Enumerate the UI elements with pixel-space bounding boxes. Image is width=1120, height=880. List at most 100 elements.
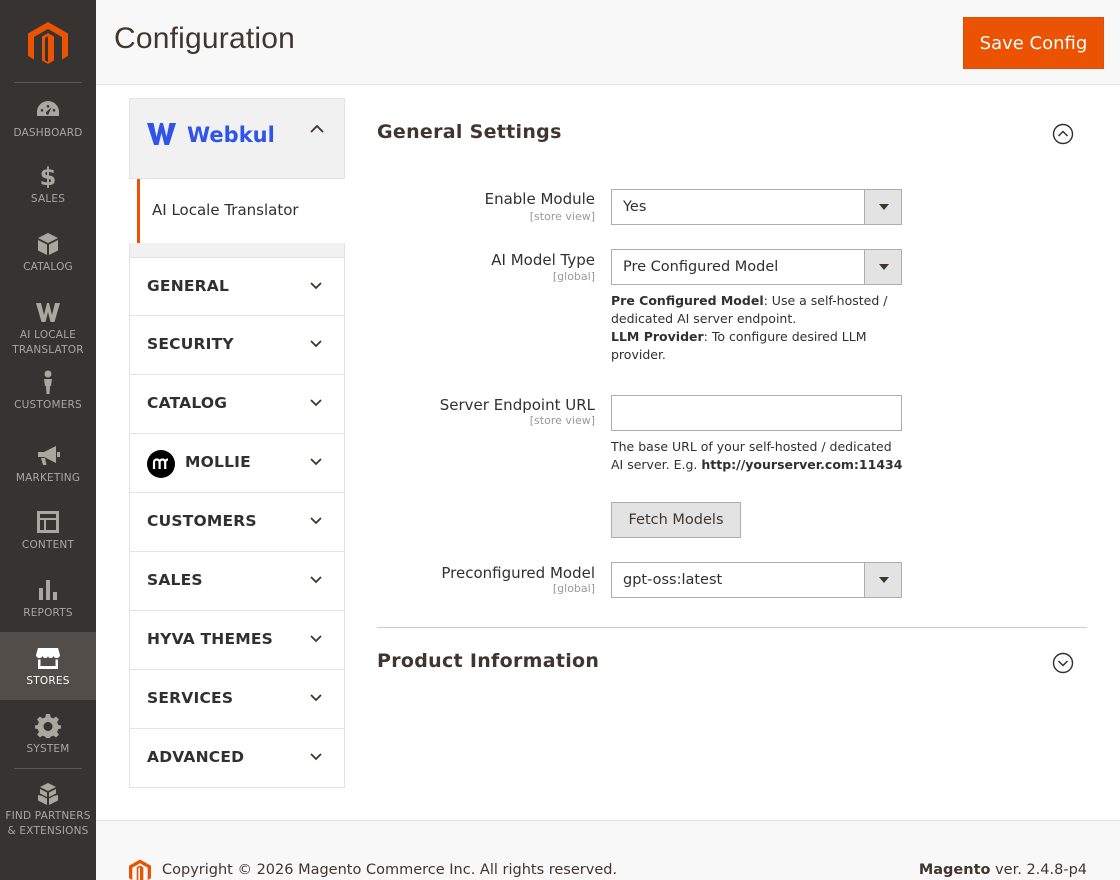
expand-circle-icon[interactable]: [1052, 652, 1074, 674]
nav-item-sales[interactable]: $ SALES: [0, 163, 96, 224]
chevron-up-icon: [310, 124, 324, 133]
page-title: Configuration: [114, 22, 296, 55]
person-icon: [35, 370, 61, 394]
tab-group-hyva-themes[interactable]: HYVA THEMES: [129, 611, 345, 670]
tab-group-label: CATALOG: [147, 394, 228, 412]
magento-logo-icon[interactable]: [28, 22, 68, 64]
ai-model-type-note: Pre Configured Model: Use a self-hosted …: [611, 292, 906, 364]
tab-group-label: CUSTOMERS: [147, 512, 257, 530]
nav-divider: [14, 82, 82, 83]
save-config-button[interactable]: Save Config: [963, 17, 1104, 69]
scope-label: [store view]: [529, 210, 595, 223]
tab-group-webkul[interactable]: Webkul: [129, 98, 345, 179]
tab-group-label: GENERAL: [147, 277, 230, 295]
bar-chart-icon: [35, 578, 61, 602]
server-endpoint-input[interactable]: [611, 395, 902, 431]
nav-item-customers[interactable]: CUSTOMERS: [0, 370, 96, 430]
webkul-logo: Webkul: [147, 121, 277, 147]
dashboard-icon: [35, 98, 61, 122]
tab-label: AI Locale Translator: [152, 201, 299, 219]
footer-version: ver. 2.4.8-p4: [990, 862, 1087, 878]
section-general-settings[interactable]: General Settings: [377, 121, 1087, 161]
config-tabs: Webkul AI Locale Translator GENERAL SECU…: [129, 98, 345, 788]
select-toggle[interactable]: [864, 563, 901, 597]
section-title: Product Information: [377, 650, 600, 672]
svg-text:$: $: [40, 164, 57, 188]
store-icon: [35, 646, 61, 670]
chevron-down-icon: [310, 635, 322, 643]
chevron-down-icon: [310, 517, 322, 525]
tab-group-general[interactable]: GENERAL: [129, 257, 345, 316]
nav-item-dashboard[interactable]: DASHBOARD: [0, 98, 96, 158]
nav-item-find-partners[interactable]: FIND PARTNERS & EXTENSIONS: [0, 782, 96, 852]
enable-module-select[interactable]: Yes: [611, 189, 902, 225]
magento-logo-icon: [129, 859, 151, 880]
server-endpoint-note: The base URL of your self-hosted / dedic…: [611, 438, 906, 474]
scope-label: [global]: [552, 582, 595, 595]
tab-group-label: SECURITY: [147, 335, 234, 353]
tab-group-label: ADVANCED: [147, 748, 245, 766]
tab-group-advanced[interactable]: ADVANCED: [129, 729, 345, 788]
select-value: Yes: [623, 199, 647, 215]
chevron-down-icon: [310, 399, 322, 407]
select-value: Pre Configured Model: [623, 259, 779, 275]
tab-group-customers[interactable]: CUSTOMERS: [129, 493, 345, 552]
tab-group-security[interactable]: SECURITY: [129, 316, 345, 375]
note-bold: http://yourserver.com:11434: [701, 457, 903, 472]
scope-label: [global]: [552, 270, 595, 283]
layout-icon: [35, 510, 61, 534]
nav-item-content[interactable]: CONTENT: [0, 510, 96, 570]
dropdown-arrow-icon: [879, 264, 889, 270]
dropdown-arrow-icon: [879, 577, 889, 583]
select-toggle[interactable]: [864, 250, 901, 284]
page-header: Configuration Save Config: [96, 0, 1120, 85]
nav-item-marketing[interactable]: MARKETING: [0, 443, 96, 503]
tab-group-label: SALES: [147, 571, 203, 589]
webkul-icon: [35, 300, 61, 324]
select-toggle[interactable]: [864, 190, 901, 224]
ai-model-type-label: AI Model Type: [491, 251, 595, 269]
preconfigured-model-select[interactable]: gpt-oss:latest: [611, 562, 902, 598]
chevron-down-icon: [310, 576, 322, 584]
version-text: Magento ver. 2.4.8-p4: [919, 862, 1087, 878]
chevron-down-icon: [310, 694, 322, 702]
ai-model-type-select[interactable]: Pre Configured Model: [611, 249, 902, 285]
note-bold: Pre Configured Model: [611, 293, 764, 308]
dropdown-arrow-icon: [879, 204, 889, 210]
tab-group-label: MOLLIE: [185, 453, 251, 471]
copyright-text: Copyright © 2026 Magento Commerce Inc. A…: [162, 862, 618, 878]
chevron-down-icon: [310, 753, 322, 761]
tab-spacer: [129, 243, 345, 257]
tab-group-label: SERVICES: [147, 689, 234, 707]
tab-group-sales[interactable]: SALES: [129, 552, 345, 611]
tab-group-mollie[interactable]: MOLLIE: [129, 434, 345, 493]
note-bold: LLM Provider: [611, 329, 704, 344]
mollie-logo-icon: [147, 450, 175, 478]
nav-item-system[interactable]: SYSTEM: [0, 714, 96, 774]
nav-item-reports[interactable]: REPORTS: [0, 578, 96, 638]
section-product-information[interactable]: Product Information: [377, 650, 1087, 690]
enable-module-label: Enable Module: [484, 190, 595, 208]
boxes-icon: [35, 782, 61, 806]
nav-item-catalog[interactable]: CATALOG: [0, 232, 96, 292]
admin-sidebar: DASHBOARD $ SALES CATALOG AI LOCALE TRAN…: [0, 0, 96, 880]
section-divider: [377, 627, 1087, 628]
server-endpoint-label: Server Endpoint URL: [439, 396, 595, 414]
tab-group-label: HYVA THEMES: [147, 630, 274, 648]
chevron-down-icon: [310, 282, 322, 290]
nav-item-stores[interactable]: STORES: [0, 632, 96, 700]
tab-group-catalog[interactable]: CATALOG: [129, 375, 345, 434]
collapse-circle-icon[interactable]: [1052, 123, 1074, 145]
tab-group-services[interactable]: SERVICES: [129, 670, 345, 729]
chevron-down-icon: [310, 458, 322, 466]
megaphone-icon: [35, 443, 61, 467]
footer-brand: Magento: [918, 862, 991, 878]
scope-label: [store view]: [529, 414, 595, 427]
section-title: General Settings: [377, 121, 562, 143]
box-icon: [35, 232, 61, 256]
nav-item-ai-locale-translator[interactable]: AI LOCALE TRANSLATOR: [0, 300, 96, 360]
fetch-models-button[interactable]: Fetch Models: [611, 502, 741, 538]
page-footer: Copyright © 2026 Magento Commerce Inc. A…: [96, 820, 1120, 880]
dollar-icon: $: [35, 163, 61, 191]
tab-ai-locale-translator[interactable]: AI Locale Translator: [137, 179, 345, 243]
